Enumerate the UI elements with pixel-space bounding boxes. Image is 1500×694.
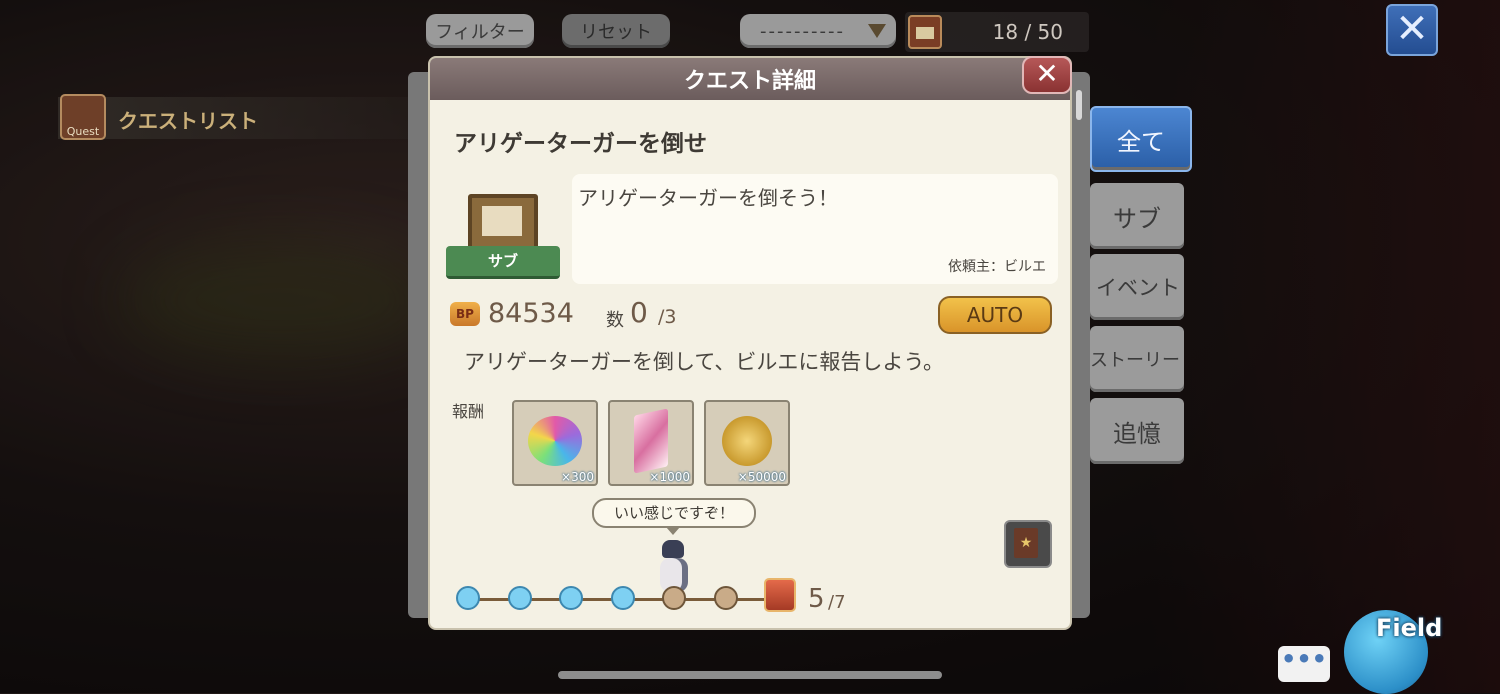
quest-board-icon — [908, 15, 942, 49]
reward-item[interactable]: ×1000 — [608, 400, 694, 486]
quest-client: 依頼主：ビルエ — [948, 259, 1046, 275]
auto-button[interactable]: AUTO — [938, 296, 1052, 334]
reward-quantity: ×300 — [561, 470, 594, 484]
quest-title: アリゲーターガーを倒せ — [454, 131, 707, 157]
count-max: /3 — [658, 306, 677, 328]
scrollbar[interactable] — [1076, 90, 1082, 120]
home-indicator[interactable] — [558, 671, 942, 679]
bp-value: 84534 — [488, 298, 574, 329]
quest-count-box: 18 / 50 — [905, 12, 1089, 52]
chat-button[interactable]: ••• — [1278, 646, 1330, 682]
tab-memory[interactable]: 追憶 — [1090, 398, 1184, 464]
treasure-chest-icon — [764, 578, 796, 612]
progress-current: 5 — [808, 584, 825, 614]
quest-count: 18 / 50 — [992, 20, 1063, 44]
quest-description: アリゲーターガーを倒そう！ — [578, 186, 838, 210]
tab-story[interactable]: ストーリー — [1090, 326, 1184, 392]
field-button[interactable]: Field — [1340, 604, 1450, 694]
description-box: アリゲーターガーを倒そう！ 依頼主：ビルエ — [572, 174, 1058, 284]
tab-event[interactable]: イベント — [1090, 254, 1184, 320]
quest-type-label: サブ — [446, 246, 560, 279]
sort-dropdown-value: ---------- — [760, 20, 845, 42]
progress-max: /7 — [828, 592, 846, 613]
reward-quantity: ×50000 — [737, 470, 786, 484]
close-icon[interactable]: ✕ — [1386, 4, 1438, 56]
reward-item[interactable]: ×50000 — [704, 400, 790, 486]
chevron-down-icon — [868, 24, 886, 38]
quest-list-label: クエストリスト — [118, 109, 258, 133]
filter-button[interactable]: フィルター — [426, 14, 534, 48]
gold-coin-icon — [722, 416, 772, 466]
progress-step — [559, 586, 583, 610]
quest-icon-text: Quest — [66, 125, 100, 138]
quest-instruction: アリゲーターガーを倒して、ビルエに報告しよう。 — [464, 350, 945, 374]
dialog-close-button[interactable]: ✕ — [1022, 56, 1072, 94]
rainbow-gem-icon — [528, 416, 582, 466]
field-label: Field — [1376, 614, 1443, 642]
sort-dropdown[interactable]: ---------- — [740, 14, 896, 48]
mascot-head — [662, 540, 684, 558]
notice-board-icon — [468, 194, 538, 250]
count-label: 数 — [606, 310, 624, 331]
progress-step — [713, 586, 738, 610]
quest-type-badge: サブ — [446, 194, 560, 286]
reward-item[interactable]: ×300 — [512, 400, 598, 486]
quest-list-tab[interactable]: Quest クエストリスト — [58, 94, 408, 140]
count-current: 0 — [630, 296, 648, 329]
crystal-icon — [634, 408, 668, 474]
dialog-title: クエスト詳細 — [430, 58, 1070, 100]
tab-all[interactable]: 全て — [1090, 106, 1192, 172]
reset-button[interactable]: リセット — [562, 14, 670, 48]
quest-board-icon: Quest — [60, 94, 106, 140]
progress-step — [610, 586, 635, 610]
quest-detail-dialog: クエスト詳細 アリゲーターガーを倒せ サブ アリゲーターガーを倒そう！ 依頼主：… — [428, 56, 1072, 630]
progress-step — [662, 586, 686, 610]
bp-icon: BP — [450, 302, 480, 326]
quest-book-button[interactable] — [1004, 520, 1052, 568]
progress-step — [507, 586, 532, 610]
reward-quantity: ×1000 — [649, 470, 690, 484]
speech-bubble: いい感じですぞ！ — [592, 498, 756, 535]
reward-label: 報酬 — [452, 402, 485, 421]
progress-step — [456, 586, 480, 610]
tab-sub[interactable]: サブ — [1090, 183, 1184, 249]
